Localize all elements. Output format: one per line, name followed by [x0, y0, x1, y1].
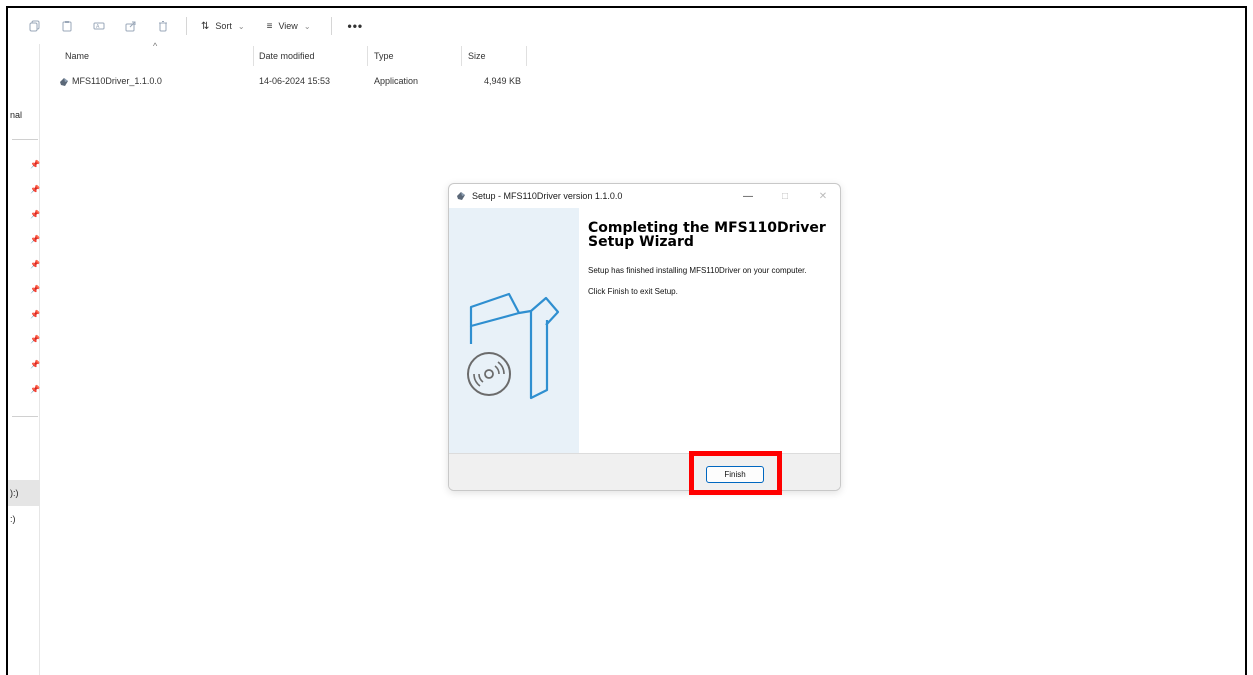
delete-icon[interactable] — [152, 15, 174, 37]
sort-button[interactable]: ⇅ Sort ⌄ — [197, 14, 249, 38]
view-icon: ≡ — [266, 20, 273, 32]
highlight-box — [689, 451, 782, 495]
column-divider[interactable] — [526, 46, 527, 66]
close-button[interactable]: ✕ — [813, 189, 833, 203]
sort-label: Sort — [215, 21, 232, 31]
software-box-icon — [467, 292, 560, 400]
column-divider[interactable] — [461, 46, 462, 66]
finish-message: Setup has finished installing MFS110Driv… — [588, 266, 807, 275]
rename-icon[interactable]: A — [88, 15, 110, 37]
pin-icon[interactable]: 📌 — [30, 310, 40, 319]
nav-divider — [12, 139, 38, 140]
view-button[interactable]: ≡ View ⌄ — [263, 14, 315, 38]
navigation-pane: nal 📌 📌 📌 📌 📌 📌 📌 📌 📌 📌 ):) :) — [8, 44, 40, 675]
nav-item-fragment[interactable]: nal — [10, 110, 22, 120]
dialog-title: Setup - MFS110Driver version 1.1.0.0 — [472, 191, 623, 201]
file-date-modified: 14-06-2024 15:53 — [259, 76, 331, 86]
wizard-heading-line2: Setup Wizard — [588, 234, 694, 250]
wizard-sidebar — [449, 208, 579, 453]
pin-icon[interactable]: 📌 — [30, 260, 40, 269]
pin-icon[interactable]: 📌 — [30, 335, 40, 344]
copy-icon[interactable] — [24, 15, 46, 37]
chevron-down-icon: ⌄ — [237, 21, 245, 31]
pin-icon[interactable]: 📌 — [30, 160, 40, 169]
minimize-button[interactable]: — — [738, 189, 758, 203]
share-icon[interactable] — [120, 15, 142, 37]
svg-text:A: A — [96, 24, 100, 30]
command-bar: A ⇅ Sort ⌄ ≡ View ⌄ ••• — [8, 8, 1245, 44]
column-header-type[interactable]: Type — [374, 44, 394, 68]
pin-icon[interactable]: 📌 — [30, 285, 40, 294]
chevron-down-icon: ⌄ — [303, 21, 311, 31]
nav-divider — [12, 416, 38, 417]
wizard-heading: Completing the MFS110Driver Setup Wizard — [588, 221, 828, 249]
column-header-size[interactable]: Size — [468, 44, 486, 68]
toolbar-divider — [330, 17, 332, 35]
nav-drive-fragment[interactable]: :) — [10, 514, 16, 524]
nav-drive-fragment[interactable]: ):) — [10, 488, 19, 498]
file-name: MFS110Driver_1.1.0.0 — [72, 76, 162, 86]
column-divider[interactable] — [367, 46, 368, 66]
installer-icon — [60, 78, 68, 86]
more-options-button[interactable]: ••• — [348, 19, 364, 33]
maximize-button[interactable]: □ — [775, 189, 795, 203]
column-header-date-modified[interactable]: Date modified — [259, 44, 315, 68]
sort-icon: ⇅ — [201, 20, 210, 32]
dialog-titlebar[interactable]: Setup - MFS110Driver version 1.1.0.0 — □… — [449, 184, 840, 208]
file-row[interactable]: MFS110Driver_1.1.0.0 14-06-2024 15:53 Ap… — [40, 72, 540, 92]
toolbar-divider — [186, 17, 187, 35]
setup-dialog: Setup - MFS110Driver version 1.1.0.0 — □… — [448, 183, 841, 491]
pin-icon[interactable]: 📌 — [30, 210, 40, 219]
pin-icon[interactable]: 📌 — [30, 185, 40, 194]
pin-icon[interactable]: 📌 — [30, 235, 40, 244]
pin-icon[interactable]: 📌 — [30, 360, 40, 369]
view-label: View — [278, 21, 298, 31]
paste-icon[interactable] — [56, 15, 78, 37]
wizard-heading-line1: Completing the MFS110Driver — [588, 220, 826, 236]
installer-icon — [457, 192, 465, 200]
file-size: 4,949 KB — [484, 76, 522, 86]
sort-ascending-icon: ^ — [153, 41, 158, 51]
exit-instruction: Click Finish to exit Setup. — [588, 287, 678, 296]
column-divider[interactable] — [253, 46, 254, 66]
pin-icon[interactable]: 📌 — [30, 385, 40, 394]
file-type: Application — [374, 76, 419, 86]
column-header-name[interactable]: Name — [65, 44, 89, 68]
